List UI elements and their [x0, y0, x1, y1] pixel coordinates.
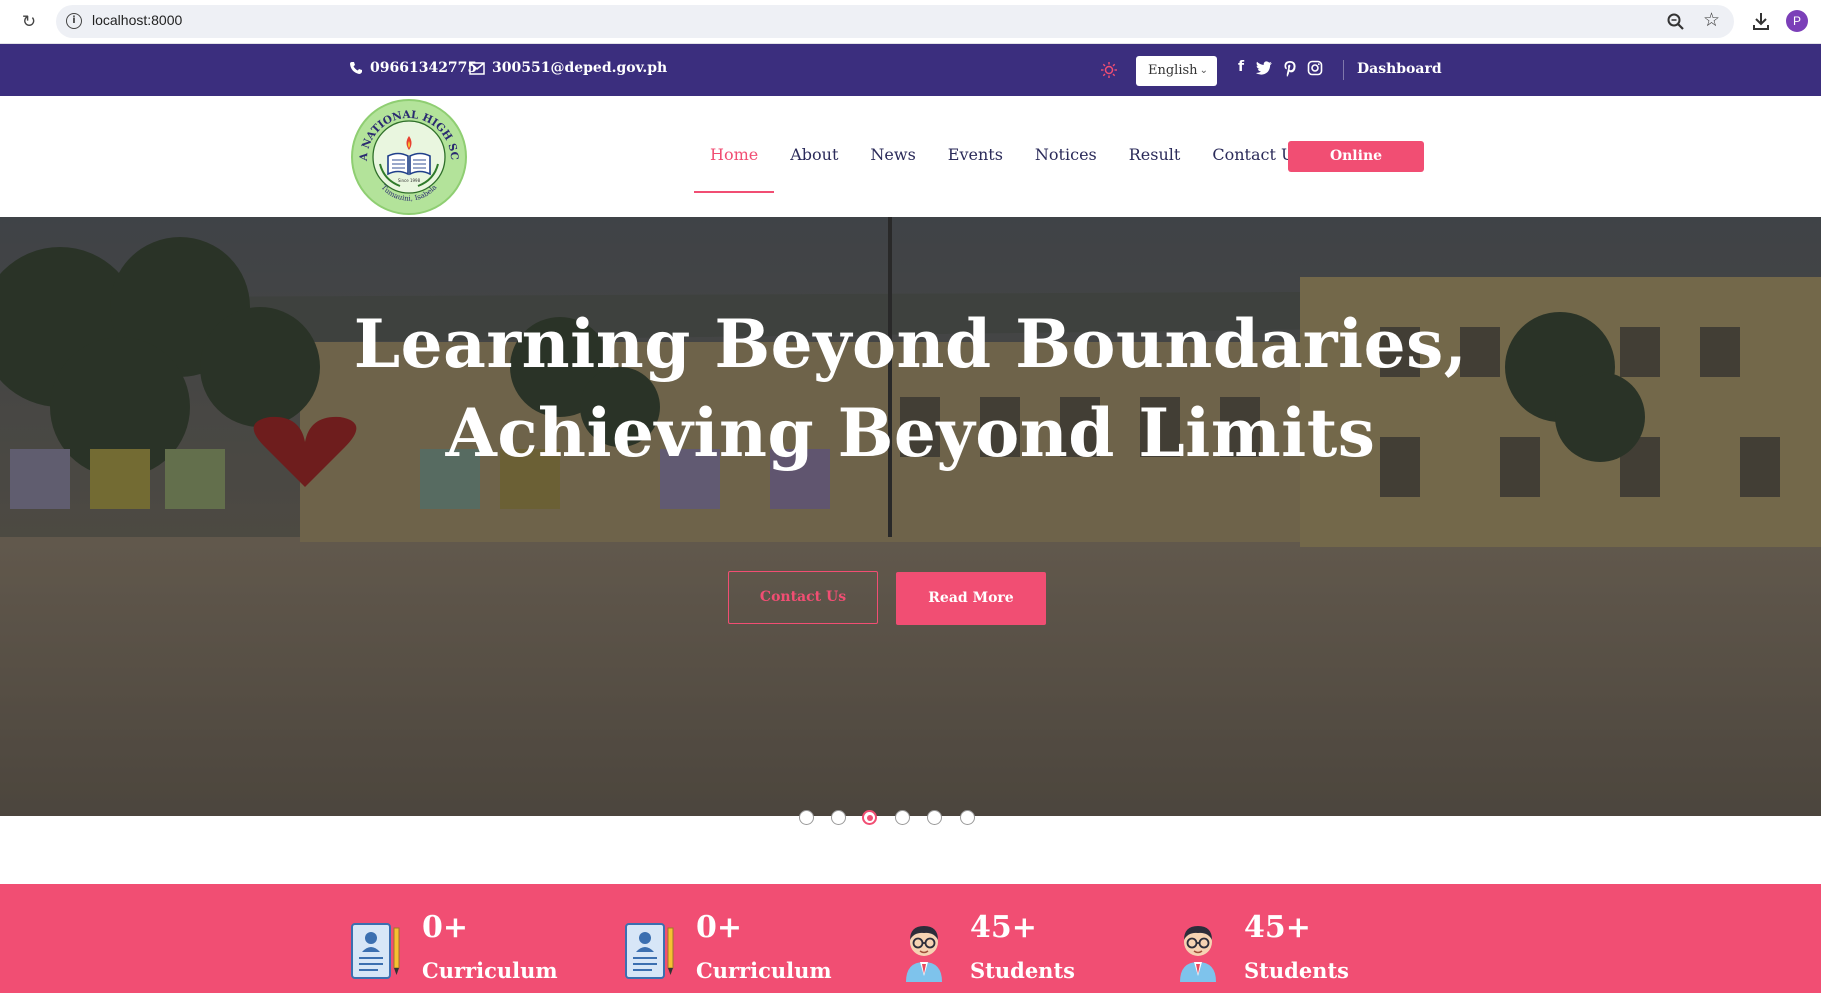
topbar-divider	[1343, 60, 1344, 80]
chevron-down-icon: ⌄	[1199, 65, 1208, 76]
hero-headline-line1: Learning Beyond Boundaries,	[353, 305, 1468, 383]
nav-home[interactable]: Home	[694, 96, 775, 217]
hero-contact-button[interactable]: Contact Us	[728, 571, 878, 624]
phone-icon	[350, 62, 362, 74]
reload-icon[interactable]: ↻	[18, 11, 40, 33]
student-icon	[906, 926, 942, 982]
email-address: 300551@deped.gov.ph	[492, 60, 668, 76]
profile-avatar[interactable]: P	[1786, 10, 1808, 32]
stat-curriculum: 0+ Curriculum	[350, 884, 610, 993]
stat-curriculum: 0+ Curriculum	[624, 884, 884, 993]
twitter-icon[interactable]	[1255, 61, 1273, 75]
school-logo[interactable]: LANNA NATIONAL HIGH SCHOOL Tumauini, Isa…	[350, 98, 468, 216]
nav-notices[interactable]: Notices	[1019, 96, 1113, 217]
phone-contact[interactable]: 09661342775	[349, 60, 477, 76]
stat-value: 0+	[422, 910, 469, 945]
curriculum-icon	[625, 923, 674, 979]
stats-band: 0+ Curriculum 0+ Curriculum 45+ Students	[0, 884, 1821, 993]
slide-dot-3[interactable]	[862, 810, 877, 825]
curriculum-icon	[351, 923, 400, 979]
stat-value: 45+	[970, 910, 1037, 945]
stat-label: Students	[1244, 958, 1349, 983]
instagram-icon[interactable]	[1306, 60, 1324, 76]
stat-value: 45+	[1244, 910, 1311, 945]
theme-toggle-sun-icon[interactable]	[1100, 61, 1118, 79]
dashboard-link[interactable]: Dashboard	[1357, 61, 1442, 77]
stat-value: 0+	[696, 910, 743, 945]
site-header: LANNA NATIONAL HIGH SCHOOL Tumauini, Isa…	[0, 96, 1821, 217]
hero-headline-line2: Achieving Beyond Limits	[445, 394, 1376, 472]
logo-founded: Since 1998	[398, 178, 421, 183]
stat-label: Students	[970, 958, 1075, 983]
student-icon	[1180, 926, 1216, 982]
nav-events[interactable]: Events	[932, 96, 1019, 217]
phone-number: 09661342775	[370, 60, 478, 76]
online-admission-button[interactable]: Online Admission	[1288, 141, 1424, 195]
zoom-icon[interactable]	[1666, 12, 1686, 32]
url-text[interactable]: localhost:8000	[92, 12, 182, 28]
nav-news[interactable]: News	[854, 96, 931, 217]
stat-students: 45+ Students	[898, 884, 1158, 993]
facebook-icon[interactable]: f	[1232, 59, 1250, 75]
nav-result[interactable]: Result	[1113, 96, 1197, 217]
slide-dot-4[interactable]	[895, 810, 910, 825]
stat-label: Curriculum	[696, 958, 832, 983]
site-info-icon[interactable]: i	[66, 13, 82, 29]
hero-slider: Learning Beyond Boundaries, Achieving Be…	[0, 217, 1821, 816]
slide-dot-2[interactable]	[831, 810, 846, 825]
mail-icon	[469, 61, 485, 75]
top-info-bar: 09661342775 300551@deped.gov.ph English …	[0, 44, 1821, 96]
address-bar[interactable]: i localhost:8000 ☆	[56, 5, 1734, 38]
browser-toolbar: ↻ i localhost:8000 ☆ P	[0, 0, 1821, 44]
slide-dot-6[interactable]	[960, 810, 975, 825]
stat-label: Curriculum	[422, 958, 558, 983]
email-contact[interactable]: 300551@deped.gov.ph	[469, 60, 667, 76]
slider-pagination	[0, 810, 1821, 830]
nav-about[interactable]: About	[774, 96, 854, 217]
download-icon[interactable]	[1750, 10, 1772, 32]
bookmark-star-icon[interactable]: ☆	[1703, 9, 1720, 31]
slide-dot-1[interactable]	[799, 810, 814, 825]
pinterest-icon[interactable]	[1281, 60, 1299, 78]
hero-read-more-button[interactable]: Read More	[896, 572, 1046, 625]
main-nav: Home About News Events Notices Result Co…	[694, 96, 1319, 217]
stat-students: 45+ Students	[1172, 884, 1432, 993]
slide-dot-5[interactable]	[927, 810, 942, 825]
language-select[interactable]: English ⌄	[1136, 56, 1217, 86]
language-value: English	[1148, 63, 1198, 78]
